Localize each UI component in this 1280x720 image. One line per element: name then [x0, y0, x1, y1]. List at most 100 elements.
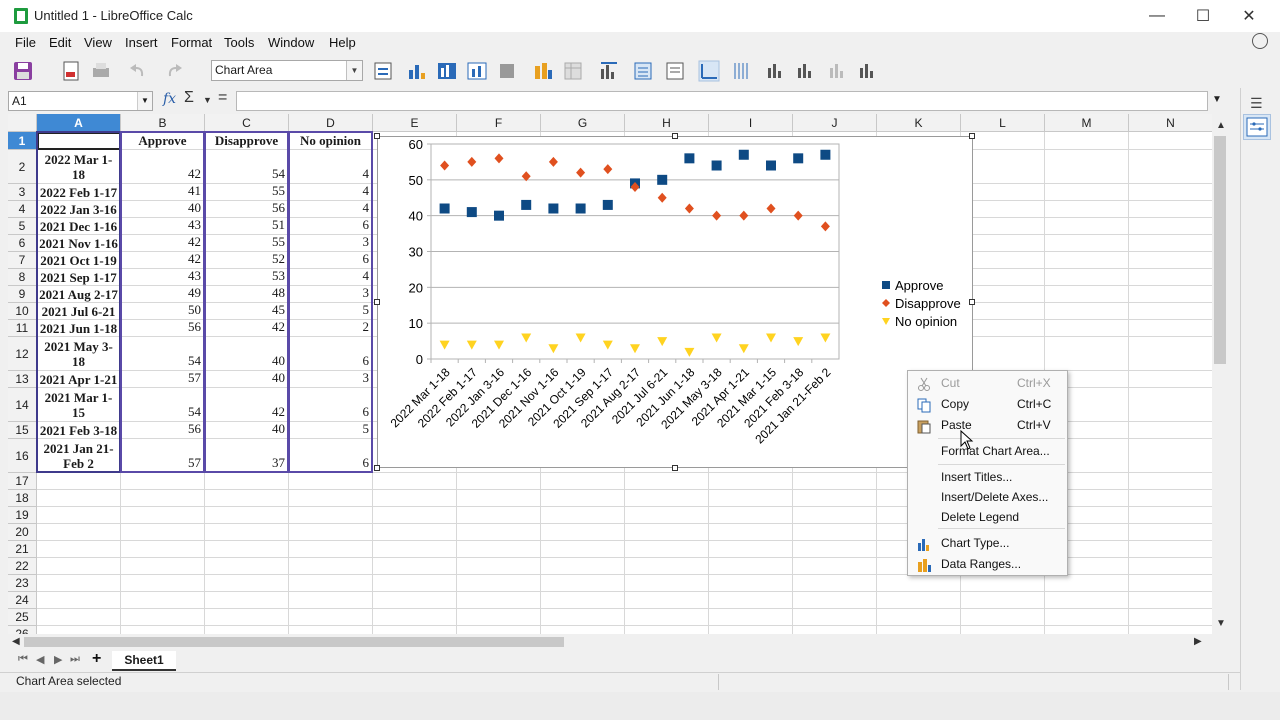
cell[interactable] — [1045, 609, 1129, 626]
date-cell[interactable]: 2022 Jan 3-16 — [37, 201, 121, 218]
row-header-25[interactable]: 25 — [8, 609, 37, 626]
cell[interactable] — [1045, 184, 1129, 201]
cell[interactable] — [541, 592, 625, 609]
cell[interactable] — [625, 592, 709, 609]
cell[interactable] — [541, 626, 625, 634]
column-header-g[interactable]: G — [541, 114, 625, 132]
cell[interactable] — [793, 609, 877, 626]
cell[interactable] — [709, 609, 793, 626]
date-cell[interactable]: 2022 Feb 1-17 — [37, 184, 121, 201]
context-menu-format-chart-area[interactable]: Format Chart Area... — [908, 441, 1067, 462]
cell[interactable] — [1129, 235, 1212, 252]
vertical-scroll-thumb[interactable] — [1214, 136, 1226, 364]
cell[interactable] — [1129, 132, 1212, 150]
cell[interactable] — [373, 490, 457, 507]
menu-view[interactable]: View — [84, 35, 112, 50]
cell[interactable] — [625, 541, 709, 558]
cell[interactable] — [457, 490, 541, 507]
row-header-4[interactable]: 4 — [8, 201, 37, 218]
cell[interactable] — [289, 626, 373, 634]
scroll-right-icon[interactable]: ▶ — [1194, 636, 1202, 647]
column-header-l[interactable]: L — [961, 114, 1045, 132]
cell[interactable] — [373, 575, 457, 592]
sum-dropdown-icon[interactable]: ▼ — [203, 95, 212, 105]
legend-on-off-icon[interactable] — [632, 60, 654, 82]
cell[interactable] — [37, 558, 121, 575]
row-header-7[interactable]: 7 — [8, 252, 37, 269]
undo-icon[interactable] — [124, 60, 146, 82]
row-header-2[interactable]: 2 — [8, 150, 37, 184]
z-axis-icon[interactable] — [826, 60, 848, 82]
column-header-d[interactable]: D — [289, 114, 373, 132]
redo-icon[interactable] — [166, 60, 188, 82]
cell[interactable] — [709, 490, 793, 507]
context-menu-insert-titles[interactable]: Insert Titles... — [908, 467, 1067, 488]
date-cell[interactable]: 2021 Oct 1-19 — [37, 252, 121, 269]
column-header-i[interactable]: I — [709, 114, 793, 132]
legend-format-icon[interactable] — [664, 60, 686, 82]
cell[interactable] — [709, 507, 793, 524]
row-header-1[interactable]: 1 — [8, 132, 37, 150]
row-header-15[interactable]: 15 — [8, 422, 37, 439]
scroll-down-icon[interactable]: ▼ — [1216, 618, 1226, 629]
cell[interactable] — [37, 473, 121, 490]
cell[interactable] — [1045, 320, 1129, 337]
cell[interactable] — [1129, 337, 1212, 371]
disapprove-value-cell[interactable]: 40 — [205, 422, 289, 439]
no-opinion-value-cell[interactable]: 4 — [289, 201, 373, 218]
date-cell[interactable]: 2021 Jan 21-Feb 2 — [37, 439, 121, 473]
cell[interactable] — [709, 575, 793, 592]
date-cell[interactable]: 2021 Feb 3-18 — [37, 422, 121, 439]
cell[interactable] — [373, 609, 457, 626]
cell[interactable] — [205, 592, 289, 609]
3d-view-icon[interactable] — [496, 60, 518, 82]
cell[interactable] — [1129, 541, 1212, 558]
format-selection-icon[interactable] — [372, 60, 394, 82]
menu-insert[interactable]: Insert — [125, 35, 158, 50]
cell[interactable] — [1129, 269, 1212, 286]
cell[interactable] — [37, 541, 121, 558]
expand-formula-bar-icon[interactable]: ▼ — [1212, 94, 1222, 105]
cell[interactable] — [1045, 252, 1129, 269]
formula-input[interactable] — [236, 91, 1208, 111]
row-header-17[interactable]: 17 — [8, 473, 37, 490]
all-axes-icon[interactable] — [856, 60, 878, 82]
cell[interactable] — [121, 558, 205, 575]
properties-icon[interactable] — [1243, 114, 1271, 140]
no-opinion-value-cell[interactable]: 2 — [289, 320, 373, 337]
horizontal-grids-icon[interactable] — [698, 60, 720, 82]
cell[interactable] — [289, 473, 373, 490]
cell[interactable] — [625, 626, 709, 634]
approve-value-cell[interactable]: 42 — [121, 235, 205, 252]
cell[interactable] — [289, 524, 373, 541]
cell[interactable] — [793, 524, 877, 541]
date-cell[interactable]: 2021 Jun 1-18 — [37, 320, 121, 337]
cell[interactable] — [1129, 252, 1212, 269]
cell[interactable] — [457, 609, 541, 626]
cell[interactable] — [373, 592, 457, 609]
maximize-button[interactable]: ☐ — [1180, 0, 1226, 32]
row-header-24[interactable]: 24 — [8, 592, 37, 609]
context-menu-paste[interactable]: Paste Ctrl+V — [908, 415, 1067, 436]
print-icon[interactable] — [90, 60, 112, 82]
formula-icon[interactable]: = — [218, 89, 227, 107]
cell[interactable] — [1129, 286, 1212, 303]
date-cell[interactable]: 2022 Mar 1-18 — [37, 150, 121, 184]
approve-value-cell[interactable]: 56 — [121, 320, 205, 337]
row-header-14[interactable]: 14 — [8, 388, 37, 422]
cell[interactable] — [1045, 201, 1129, 218]
cell[interactable] — [1129, 626, 1212, 634]
cell[interactable] — [1129, 184, 1212, 201]
resize-handle-bottom-left[interactable] — [374, 465, 380, 471]
cell[interactable] — [1129, 507, 1212, 524]
data-table-icon[interactable] — [562, 60, 584, 82]
no-opinion-value-cell[interactable]: 6 — [289, 337, 373, 371]
cell[interactable] — [1129, 303, 1212, 320]
disapprove-value-cell[interactable]: 48 — [205, 286, 289, 303]
cell[interactable] — [793, 592, 877, 609]
cell[interactable] — [121, 524, 205, 541]
disapprove-value-cell[interactable]: 45 — [205, 303, 289, 320]
column-header-m[interactable]: M — [1045, 114, 1129, 132]
cell[interactable] — [373, 558, 457, 575]
function-wizard-icon[interactable]: fx — [163, 91, 176, 107]
